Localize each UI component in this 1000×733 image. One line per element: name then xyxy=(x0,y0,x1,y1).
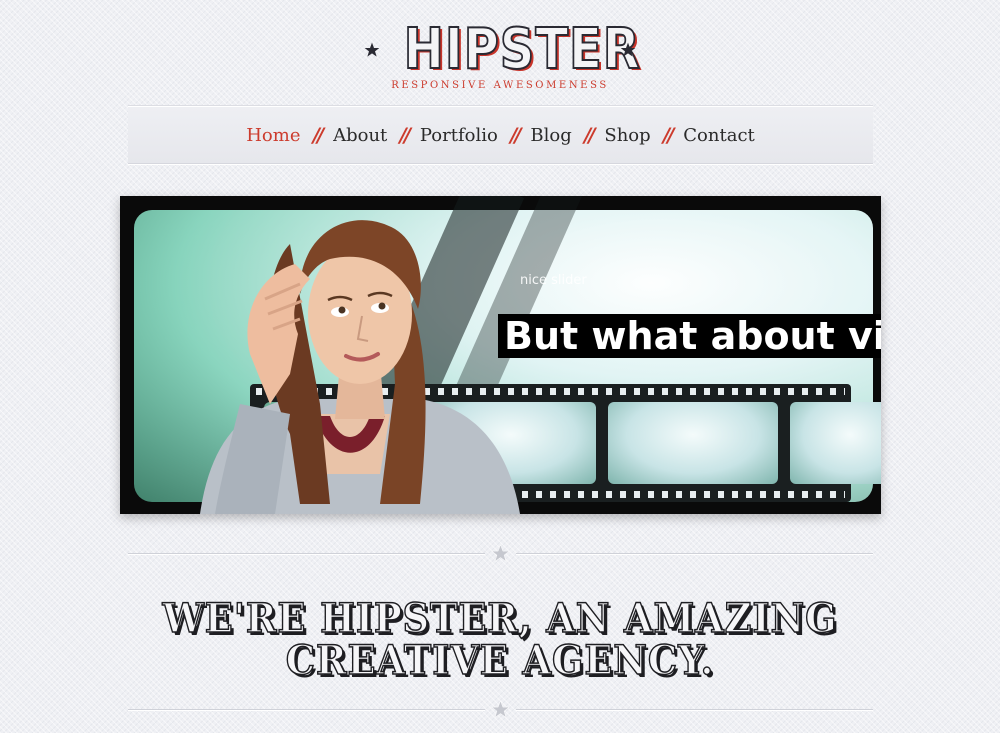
nav-separator: // xyxy=(312,123,324,147)
film-frame xyxy=(608,402,778,484)
site-logo[interactable]: HIPSTER Responsive Awesomeness xyxy=(360,17,641,98)
heading-line: CREATIVE AGENCY. xyxy=(285,637,715,684)
page-heading: WE'RE HIPSTER, AN AMAZING CREATIVE AGENC… xyxy=(130,595,870,684)
logo-row: HIPSTER xyxy=(360,17,641,82)
nav-item-home[interactable]: Home xyxy=(244,125,302,146)
star-icon xyxy=(620,42,636,57)
section-divider xyxy=(128,544,873,564)
main-nav: Home // About // Portfolio // Blog // Sh… xyxy=(128,106,873,164)
logo-title: HIPSTER xyxy=(403,17,641,82)
divider-line xyxy=(128,553,485,555)
woman-photo xyxy=(200,220,520,514)
nav-separator: // xyxy=(399,123,410,147)
nav-separator: // xyxy=(509,123,521,147)
nav-separator: // xyxy=(662,123,674,147)
nav-item-shop[interactable]: Shop xyxy=(602,125,652,146)
logo-tagline: Responsive Awesomeness xyxy=(391,80,609,91)
nav-separator: // xyxy=(583,123,595,147)
film-frame xyxy=(790,402,881,484)
section-divider xyxy=(128,700,873,720)
heading-line: WE'RE HIPSTER, AN AMAZING xyxy=(162,595,838,642)
nav-list: Home // About // Portfolio // Blog // Sh… xyxy=(244,123,757,147)
divider-line xyxy=(128,709,485,711)
slide-caption: nice slider xyxy=(520,273,587,288)
nav-item-about[interactable]: About xyxy=(331,125,389,146)
slide-headline: But what about video? xyxy=(498,314,881,358)
divider-line xyxy=(516,553,873,555)
star-icon xyxy=(491,700,510,719)
page: HIPSTER Responsive Awesomeness Home // A… xyxy=(0,0,1000,733)
hero-slider[interactable]: nice slider But what about video? xyxy=(120,196,881,514)
star-icon xyxy=(491,544,510,563)
star-icon xyxy=(364,42,380,57)
nav-item-portfolio[interactable]: Portfolio xyxy=(418,125,500,146)
nav-item-contact[interactable]: Contact xyxy=(681,125,756,146)
divider-line xyxy=(516,709,873,711)
nav-item-blog[interactable]: Blog xyxy=(528,125,573,146)
